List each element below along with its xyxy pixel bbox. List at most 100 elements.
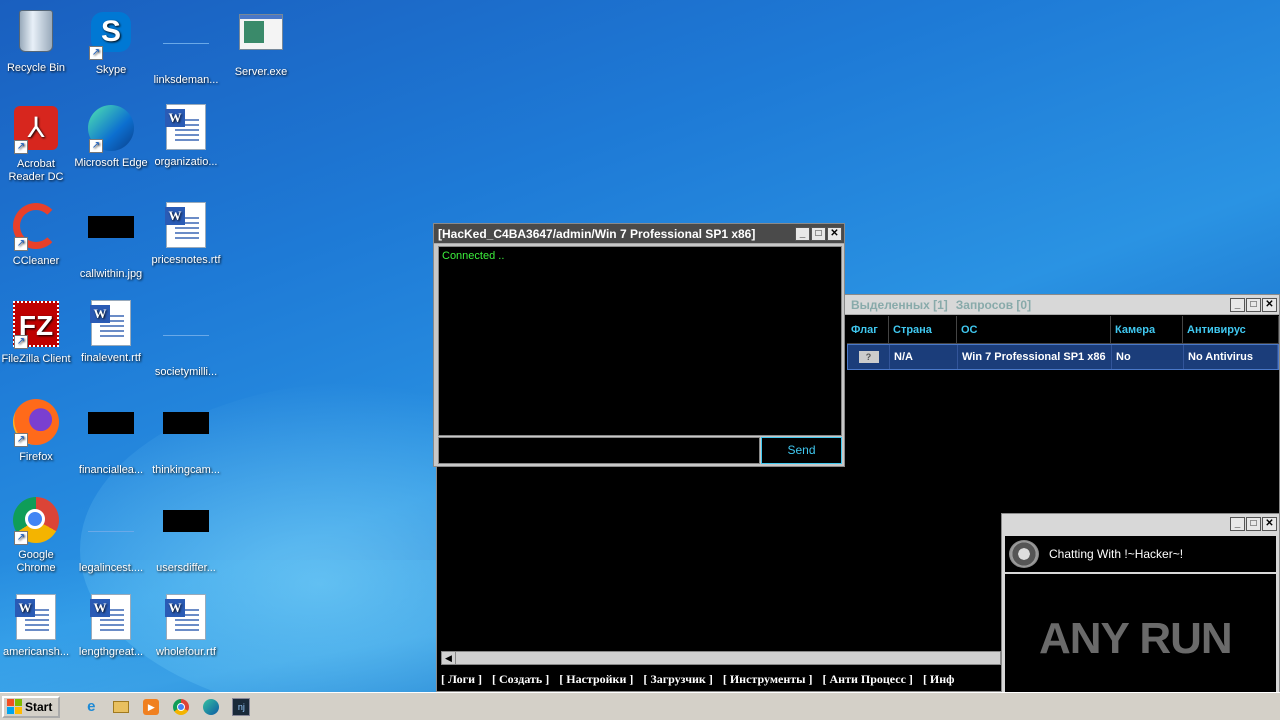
desktop-icon-label: organizatio... xyxy=(154,156,218,168)
table-row[interactable]: ? N/A Win 7 Professional SP1 x86 No No A… xyxy=(847,344,1279,370)
desktop-icon-label: Recycle Bin xyxy=(6,62,66,74)
desktop-icon[interactable]: usersdiffer... xyxy=(148,496,224,575)
menu-info[interactable]: [ Инф xyxy=(923,672,955,687)
menu-downloader[interactable]: [ Загрузчик ] xyxy=(643,672,712,687)
desktop-icon-label: Firefox xyxy=(19,451,53,463)
clients-table: Флаг Страна ОС Камера Антивирус ? N/A Wi… xyxy=(847,316,1279,372)
antivirus-cell: No Antivirus xyxy=(1184,345,1278,369)
send-button[interactable]: Send xyxy=(761,437,842,464)
explorer-icon[interactable] xyxy=(110,697,132,717)
desktop-icon[interactable]: financiallea... xyxy=(73,398,149,477)
maximize-button[interactable]: □ xyxy=(1246,517,1261,531)
word-doc-icon: W xyxy=(12,594,60,642)
word-doc-icon: W xyxy=(162,202,210,250)
chat-window: [HacKed_C4BA3647/admin/Win 7 Professiona… xyxy=(433,223,845,467)
menu-create[interactable]: [ Создать ] xyxy=(492,672,549,687)
desktop-icon[interactable]: ↗ Google Chrome xyxy=(0,496,74,575)
chat-titlebar[interactable]: [HacKed_C4BA3647/admin/Win 7 Professiona… xyxy=(434,224,844,244)
column-country[interactable]: Страна xyxy=(889,316,957,343)
desktop-icon[interactable]: ⅄ ↗ Acrobat Reader DC xyxy=(0,104,74,184)
hacker-chat-window: _ □ ✕ Chatting With !~Hacker~! ANY RUN xyxy=(1001,513,1280,720)
horizontal-scrollbar[interactable]: ◀ xyxy=(441,651,1001,665)
start-button[interactable]: Start xyxy=(2,695,61,718)
menu-logs[interactable]: [ Логи ] xyxy=(441,672,482,687)
chat-with-label: Chatting With !~Hacker~! xyxy=(1049,547,1184,561)
minimize-button[interactable]: _ xyxy=(1230,297,1245,312)
os-cell: Win 7 Professional SP1 x86 xyxy=(958,345,1112,369)
desktop-icon[interactable]: Wfinalevent.rtf xyxy=(73,300,149,365)
column-antivirus[interactable]: Антивирус xyxy=(1183,316,1279,343)
njrat-icon[interactable]: nj xyxy=(230,697,252,717)
word-doc-icon: W xyxy=(162,594,210,642)
desktop-icon[interactable]: S ↗ Skype xyxy=(73,8,149,77)
close-button[interactable]: ✕ xyxy=(1262,517,1277,531)
desktop-icon-label: wholefour.rtf xyxy=(156,646,216,658)
chat-title: [HacKed_C4BA3647/admin/Win 7 Professiona… xyxy=(438,226,756,241)
blank-file-icon xyxy=(162,314,210,362)
menu-settings[interactable]: [ Настройки ] xyxy=(559,672,633,687)
desktop-icon[interactable]: linksdeman... xyxy=(148,8,224,87)
desktop-icon[interactable]: Worganizatio... xyxy=(148,104,224,169)
desktop-icon-label: FileZilla Client xyxy=(1,353,71,365)
desktop-icon[interactable]: Recycle Bin xyxy=(0,8,74,75)
menu-anti-process[interactable]: [ Анти Процесс ] xyxy=(823,672,913,687)
unknown-flag-icon: ? xyxy=(858,351,879,363)
country-cell: N/A xyxy=(890,345,958,369)
desktop-icon-label: finalevent.rtf xyxy=(81,352,141,364)
column-flag[interactable]: Флаг xyxy=(847,316,889,343)
ccleaner-icon: ↗ xyxy=(12,203,60,251)
desktop-icon[interactable]: Wlengthgreat... xyxy=(73,594,149,659)
flag-cell: ? xyxy=(848,345,890,369)
desktop-icon-label: lengthgreat... xyxy=(78,646,144,658)
exe-icon xyxy=(237,14,285,62)
hacker-chat-titlebar[interactable]: _ □ ✕ xyxy=(1002,514,1279,534)
desktop-icon[interactable]: Server.exe xyxy=(223,8,299,79)
desktop-icon[interactable]: ↗ Firefox xyxy=(0,398,74,464)
watermark: ANY RUN xyxy=(1039,614,1233,663)
desktop-icon[interactable]: legalincest.... xyxy=(73,496,149,575)
desktop-icon[interactable]: Wamericansh... xyxy=(0,594,74,659)
desktop-icon-label: Google Chrome xyxy=(16,549,56,574)
maximize-button[interactable]: □ xyxy=(811,226,826,241)
taskbar: Start e ▶ nj xyxy=(0,692,1280,720)
edge-icon[interactable] xyxy=(200,697,222,717)
desktop-icon-label: Microsoft Edge xyxy=(74,157,148,169)
menu-tools[interactable]: [ Инструменты ] xyxy=(723,672,813,687)
maximize-button[interactable]: □ xyxy=(1246,297,1261,312)
desktop-icon[interactable]: ↗ CCleaner xyxy=(0,202,74,268)
filezilla-icon: FZ ↗ xyxy=(12,301,60,349)
windows-logo-icon xyxy=(7,699,22,714)
black-thumbnail-icon xyxy=(162,412,210,460)
desktop-icon-label: Skype xyxy=(95,64,127,76)
hacker-avatar-icon xyxy=(1009,540,1039,568)
desktop-icon-label: callwithin.jpg xyxy=(79,268,143,280)
desktop-icon[interactable]: ↗ Microsoft Edge xyxy=(73,104,149,170)
desktop-icon[interactable]: Wpricesnotes.rtf xyxy=(148,202,224,267)
desktop-icon-label: usersdiffer... xyxy=(156,562,216,574)
chat-input[interactable] xyxy=(438,437,760,464)
desktop-icon[interactable]: Wwholefour.rtf xyxy=(148,594,224,659)
firefox-icon: ↗ xyxy=(12,399,60,447)
media-player-icon[interactable]: ▶ xyxy=(140,697,162,717)
ie-icon[interactable]: e xyxy=(80,697,102,717)
word-doc-icon: W xyxy=(87,594,135,642)
chrome-icon[interactable] xyxy=(170,697,192,717)
black-thumbnail-icon xyxy=(87,216,135,264)
status-requests: Запросов [0] xyxy=(955,297,1032,312)
desktop-icon[interactable]: societymilli... xyxy=(148,300,224,379)
table-header: Флаг Страна ОС Камера Антивирус xyxy=(847,316,1279,344)
column-camera[interactable]: Камера xyxy=(1111,316,1183,343)
minimize-button[interactable]: _ xyxy=(795,226,810,241)
chat-log: Connected .. xyxy=(438,246,842,436)
word-doc-icon: W xyxy=(162,104,210,152)
minimize-button[interactable]: _ xyxy=(1230,517,1245,531)
desktop-icon[interactable]: callwithin.jpg xyxy=(73,202,149,281)
close-button[interactable]: ✕ xyxy=(1262,297,1277,312)
desktop-icon[interactable]: thinkingcam... xyxy=(148,398,224,477)
chrome-icon: ↗ xyxy=(12,497,60,545)
column-os[interactable]: ОС xyxy=(957,316,1111,343)
desktop-icon-label: financiallea... xyxy=(78,464,144,476)
skype-icon: S ↗ xyxy=(87,12,135,60)
close-button[interactable]: ✕ xyxy=(827,226,842,241)
desktop-icon[interactable]: FZ ↗ FileZilla Client xyxy=(0,300,74,366)
